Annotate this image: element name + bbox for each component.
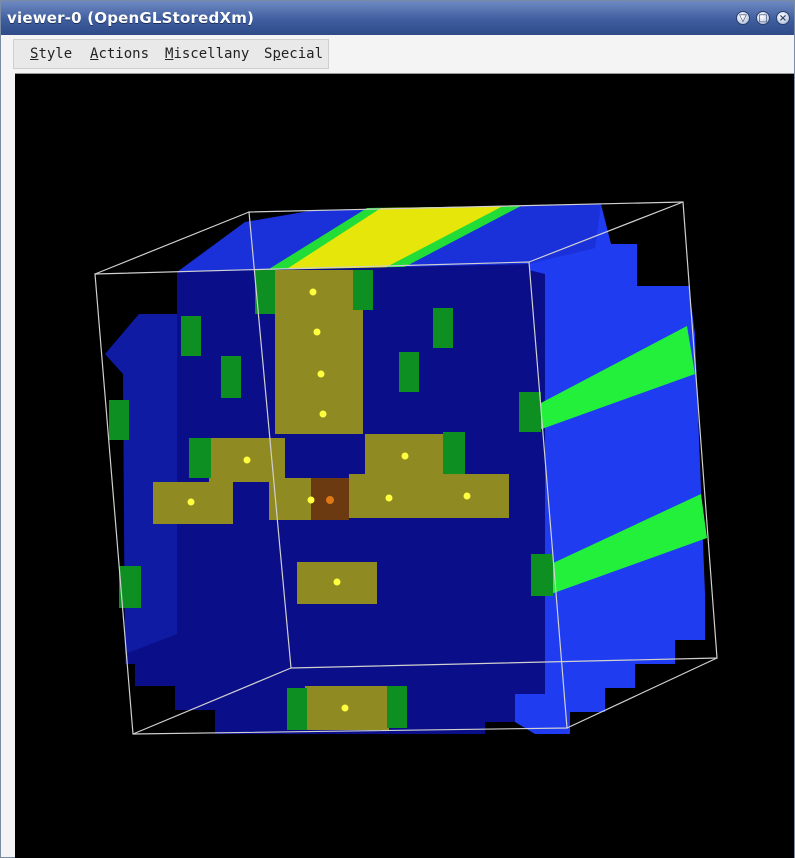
olive-bottom-left-edge bbox=[287, 688, 307, 730]
green-block-4 bbox=[399, 352, 419, 392]
green-block-3 bbox=[433, 308, 453, 348]
menu-miscellany[interactable]: Miscellany bbox=[165, 46, 249, 62]
scene-canvas bbox=[94, 201, 718, 735]
hit-dot bbox=[243, 456, 251, 464]
hit-dot bbox=[317, 370, 325, 378]
viewer-window: viewer-0 (OpenGLStoredXm) ▽ □ × Style Ac… bbox=[0, 0, 795, 858]
hit-dot bbox=[333, 578, 341, 586]
hit-dot bbox=[307, 496, 315, 504]
menu-bar: Style Actions Miscellany Special bbox=[13, 39, 329, 69]
hit-dot bbox=[401, 452, 409, 460]
window-title: viewer-0 (OpenGLStoredXm) bbox=[7, 9, 255, 27]
menu-style-rest: tyle bbox=[38, 46, 73, 62]
olive-cross-right-edge bbox=[443, 432, 465, 474]
title-bar[interactable]: viewer-0 (OpenGLStoredXm) ▽ □ × bbox=[1, 1, 794, 35]
menu-special-rest: ecial bbox=[280, 46, 324, 62]
hit-dot bbox=[309, 288, 317, 296]
center-hit-dot bbox=[326, 496, 334, 504]
maximize-icon[interactable]: □ bbox=[756, 11, 770, 25]
olive-cross-left-edge bbox=[189, 438, 211, 478]
opengl-viewport[interactable] bbox=[15, 73, 794, 858]
right-stripe-1-end bbox=[519, 392, 541, 432]
green-block-2 bbox=[221, 356, 241, 398]
menu-actions[interactable]: Actions bbox=[90, 46, 149, 62]
menu-style[interactable]: Style bbox=[30, 46, 72, 62]
minimize-icon[interactable]: ▽ bbox=[736, 11, 750, 25]
hit-dot bbox=[341, 704, 349, 712]
green-block-1 bbox=[181, 316, 201, 356]
hit-dot bbox=[385, 494, 393, 502]
menu-special-mnemonic: p bbox=[272, 46, 281, 62]
hit-dot bbox=[463, 492, 471, 500]
menu-miscellany-rest: iscellany bbox=[173, 46, 250, 62]
green-block-5 bbox=[109, 400, 129, 440]
menu-special[interactable]: Special bbox=[264, 46, 323, 62]
olive-bottom-right-edge bbox=[387, 686, 407, 728]
hit-dot bbox=[313, 328, 321, 336]
hit-dot bbox=[319, 410, 327, 418]
hit-dot bbox=[187, 498, 195, 506]
menu-actions-rest: ctions bbox=[98, 46, 150, 62]
right-stripe-2-end bbox=[531, 554, 553, 596]
close-icon[interactable]: × bbox=[776, 11, 790, 25]
olive-bar-right bbox=[349, 474, 509, 518]
olive-column bbox=[275, 270, 363, 434]
olive-column-right-edge bbox=[353, 270, 373, 310]
